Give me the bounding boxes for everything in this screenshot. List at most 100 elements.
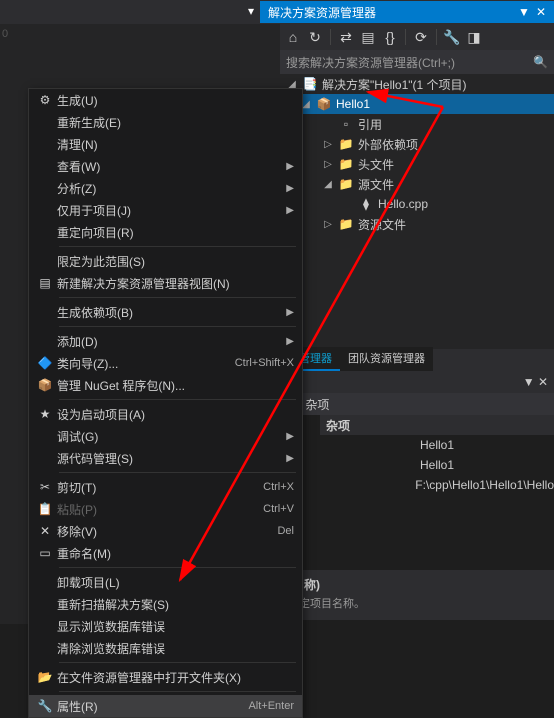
chevron-right-icon: ▶ [280, 453, 294, 464]
tree-node[interactable]: ▷ 📁 外部依赖项 [280, 134, 554, 154]
search-bar[interactable]: 搜索解决方案资源管理器(Ctrl+;) 🔍 [280, 50, 554, 74]
expander-icon[interactable]: ▷ [322, 219, 334, 230]
node-label: 外部依赖项 [358, 136, 418, 153]
menu-item[interactable]: 🔷类向导(Z)...Ctrl+Shift+X [29, 352, 302, 374]
tree-node[interactable]: ▫引用 [280, 114, 554, 134]
menu-separator [59, 472, 296, 473]
menu-item[interactable]: 清理(N) [29, 133, 302, 155]
menu-separator [59, 662, 296, 663]
menu-item[interactable]: 调试(G)▶ [29, 425, 302, 447]
cpp-icon: ⧫ [358, 197, 374, 211]
node-label: 引用 [358, 116, 382, 133]
chevron-right-icon: ▶ [280, 205, 294, 216]
property-row[interactable]: F:\cpp\Hello1\Hello1\Hello [320, 475, 554, 495]
menu-item[interactable]: 分析(Z)▶ [29, 177, 302, 199]
panel-title-text: 解决方案资源管理器 [268, 4, 376, 21]
prop-desc-body: 指定项目名称。 [288, 595, 546, 611]
property-row[interactable]: Hello1 [320, 455, 554, 475]
node-label: Hello.cpp [378, 197, 428, 211]
menu-item[interactable]: 重新生成(E) [29, 111, 302, 133]
history-icon[interactable]: ⟳ [412, 28, 430, 46]
menu-label: 移除(V) [57, 523, 277, 540]
property-row[interactable]: Hello1 [320, 435, 554, 455]
expander-icon[interactable]: ▷ [322, 139, 334, 150]
project-label: Hello1 [336, 97, 370, 111]
home-icon[interactable]: ⌂ [284, 28, 302, 46]
menu-item[interactable]: 重定向项目(R) [29, 221, 302, 243]
menu-item[interactable]: 🔧属性(R)Alt+Enter [29, 695, 302, 717]
menu-item[interactable]: 仅用于项目(J)▶ [29, 199, 302, 221]
menu-label: 重新扫描解决方案(S) [57, 596, 294, 613]
split-icon[interactable]: ◨ [465, 28, 483, 46]
prop-value: F:\cpp\Hello1\Hello1\Hello [415, 475, 554, 495]
line-number: 0 [2, 28, 8, 40]
rename-icon: ▭ [33, 546, 57, 560]
menu-item[interactable]: 查看(W)▶ [29, 155, 302, 177]
chevron-right-icon: ▶ [280, 307, 294, 318]
panel-title-bar: 解决方案资源管理器 ▼ ✕ [260, 1, 554, 23]
menu-item[interactable]: 添加(D)▶ [29, 330, 302, 352]
menu-label: 清理(N) [57, 136, 294, 153]
menu-shortcut: Alt+Enter [248, 700, 294, 712]
menu-item[interactable]: 重新扫描解决方案(S) [29, 593, 302, 615]
properties-icon[interactable]: {} [381, 28, 399, 46]
menu-item[interactable]: ▤新建解决方案资源管理器视图(N) [29, 272, 302, 294]
chevron-right-icon: ▶ [280, 183, 294, 194]
dropdown-icon[interactable]: ▼ ✕ [523, 375, 548, 389]
wrench-icon[interactable]: 🔧 [443, 28, 461, 46]
solution-icon: 📑 [302, 77, 318, 91]
menu-separator [59, 691, 296, 692]
menu-item: 📋粘贴(P)Ctrl+V [29, 498, 302, 520]
menu-label: 添加(D) [57, 333, 280, 350]
nav-icon[interactable]: ↻ [306, 28, 324, 46]
tree-node[interactable]: ▷📁资源文件 [280, 214, 554, 234]
menu-item[interactable]: 显示浏览数据库错误 [29, 615, 302, 637]
menu-label: 生成依赖项(B) [57, 304, 280, 321]
property-category[interactable]: 杂项 [320, 415, 554, 435]
menu-item[interactable]: 📦管理 NuGet 程序包(N)... [29, 374, 302, 396]
show-all-icon[interactable]: ▤ [359, 28, 377, 46]
menu-item[interactable]: 卸载项目(L) [29, 571, 302, 593]
prop-desc-title: (名称) [288, 576, 546, 593]
properties-header: ▼ ✕ [280, 371, 554, 393]
project-icon: 📦 [316, 97, 332, 111]
search-icon[interactable]: 🔍 [533, 55, 548, 69]
menu-item[interactable]: 源代码管理(S)▶ [29, 447, 302, 469]
menu-item[interactable]: ✂剪切(T)Ctrl+X [29, 476, 302, 498]
menu-item[interactable]: ✕移除(V)Del [29, 520, 302, 542]
menu-label: 源代码管理(S) [57, 450, 280, 467]
menu-item[interactable]: 生成依赖项(B)▶ [29, 301, 302, 323]
project-node[interactable]: ◢ 📦 Hello1 [280, 94, 554, 114]
menu-item[interactable]: 清除浏览数据库错误 [29, 637, 302, 659]
expander-icon[interactable]: ▷ [322, 159, 334, 170]
sync-icon[interactable]: ⇄ [337, 28, 355, 46]
close-panel-icon[interactable]: ✕ [536, 5, 546, 19]
menu-shortcut: Ctrl+X [263, 481, 294, 493]
solution-node[interactable]: ◢ 📑 解决方案"Hello1"(1 个项目) [280, 74, 554, 94]
folder-icon: 📁 [338, 177, 354, 191]
dropdown-arrow-icon[interactable]: ▾ [248, 4, 254, 18]
menu-separator [59, 246, 296, 247]
menu-item[interactable]: 📂在文件资源管理器中打开文件夹(X) [29, 666, 302, 688]
tree-node[interactable]: ▷📁头文件 [280, 154, 554, 174]
menu-label: 卸载项目(L) [57, 574, 294, 591]
folder-icon: 📁 [338, 137, 354, 151]
prop-label [320, 475, 415, 495]
nuget-icon: 📦 [33, 378, 57, 392]
filter-icon[interactable]: 杂项 [305, 396, 329, 413]
menu-label: 管理 NuGet 程序包(N)... [57, 377, 294, 394]
menu-shortcut: Ctrl+V [263, 503, 294, 515]
panel-menu-icon[interactable]: ▼ [518, 5, 530, 19]
menu-label: 重命名(M) [57, 545, 294, 562]
chevron-right-icon: ▶ [280, 336, 294, 347]
menu-shortcut: Del [277, 525, 294, 537]
menu-item[interactable]: ⚙生成(U) [29, 89, 302, 111]
tree-node[interactable]: ⧫ Hello.cpp [280, 194, 554, 214]
tree-node[interactable]: ◢📁源文件 [280, 174, 554, 194]
menu-item[interactable]: ▭重命名(M) [29, 542, 302, 564]
tab[interactable]: 团队资源管理器 [340, 347, 433, 371]
menu-item[interactable]: ★设为启动项目(A) [29, 403, 302, 425]
menu-item[interactable]: 限定为此范围(S) [29, 250, 302, 272]
expander-icon[interactable]: ◢ [322, 179, 334, 190]
paste-icon: 📋 [33, 502, 57, 516]
